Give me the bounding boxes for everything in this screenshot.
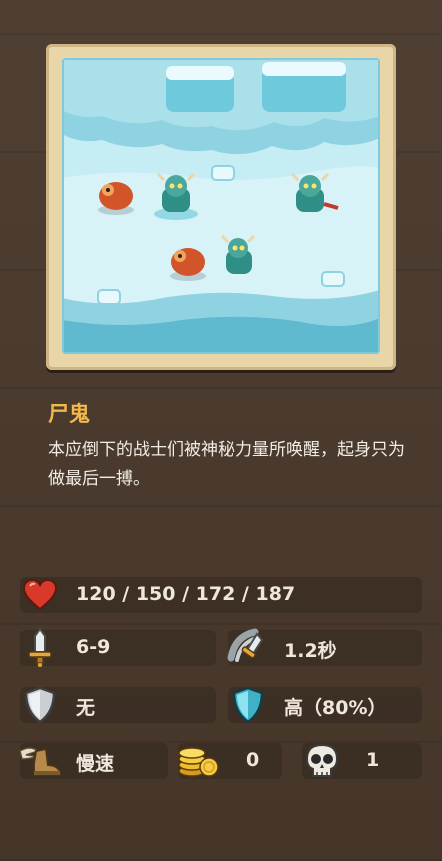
magic-shield-icon bbox=[226, 683, 270, 727]
stat-lives-value: 1 bbox=[366, 749, 380, 771]
stat-magic-resist-value: 高（80%） bbox=[284, 697, 387, 719]
stat-attack-speed-value: 1.2秒 bbox=[284, 640, 337, 662]
stat-damage-value: 6-9 bbox=[76, 636, 111, 658]
snow-battle-illustration bbox=[62, 58, 380, 354]
armor-shield-icon bbox=[18, 683, 62, 727]
stat-health: 120 / 150 / 172 / 187 bbox=[20, 577, 422, 613]
unit-description: 本应倒下的战士们被神秘力量所唤醒，起身只为做最后一搏。 bbox=[48, 440, 405, 489]
stat-lives: 1 bbox=[302, 743, 422, 779]
stat-armor-value: 无 bbox=[76, 697, 96, 719]
sword-icon bbox=[18, 626, 62, 670]
unit-name: 尸鬼 bbox=[48, 402, 90, 426]
heart-icon bbox=[18, 573, 62, 617]
stat-gold-value: 0 bbox=[246, 749, 260, 771]
stat-attack-speed: 1.2秒 bbox=[227, 628, 422, 666]
stat-health-value: 120 / 150 / 172 / 187 bbox=[76, 583, 296, 605]
attack-speed-icon bbox=[226, 626, 270, 670]
stat-gold: 0 bbox=[178, 743, 282, 779]
stat-armor: 无 bbox=[20, 686, 216, 724]
stat-move-speed: 慢速 bbox=[19, 743, 168, 779]
stat-magic-resist: 高（80%） bbox=[228, 686, 422, 724]
stat-move-speed-value: 慢速 bbox=[76, 753, 115, 775]
gold-coins-icon bbox=[176, 739, 220, 783]
unit-portrait-frame bbox=[46, 44, 396, 370]
skull-icon bbox=[300, 739, 344, 783]
unit-portrait-scene bbox=[62, 58, 380, 354]
stat-damage: 6-9 bbox=[20, 628, 216, 668]
winged-boot-icon bbox=[18, 739, 62, 783]
